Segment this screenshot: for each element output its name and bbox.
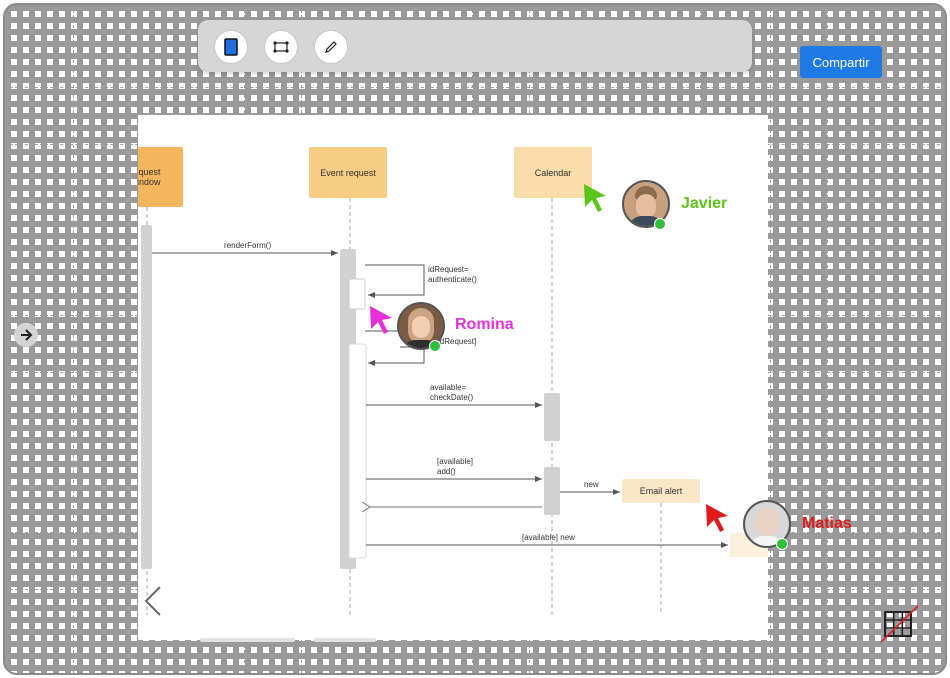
message-label-render-form: renderForm(): [224, 241, 272, 250]
grid-line: [5, 87, 945, 88]
grid-line: [5, 646, 945, 647]
message-label-add: [available] add(): [437, 457, 474, 476]
chevron-left-icon[interactable]: [142, 585, 164, 617]
message-arrow: [365, 264, 425, 298]
pencil-icon: [325, 41, 337, 53]
message-label-check-date: available= checkDate(): [430, 383, 474, 402]
rectangle-tool-button[interactable]: [214, 30, 248, 64]
lifeline-label: Event request: [320, 167, 376, 178]
online-status-dot: [654, 218, 666, 230]
connector-tool-button[interactable]: [264, 30, 298, 64]
collaborator-name-romina: Romina: [455, 316, 514, 333]
cursor-matias-icon: [706, 504, 728, 532]
lifeline-label: Calendar: [534, 167, 572, 178]
sequence-diagram: [141, 198, 728, 615]
activation-bar: [544, 393, 560, 441]
lifeline-calendar[interactable]: Calendar: [514, 147, 592, 198]
connector-icon: [273, 41, 289, 53]
cursor-javier-icon: [584, 184, 606, 212]
grid-toggle-icon[interactable]: [878, 604, 920, 646]
rectangle-icon: [224, 38, 238, 56]
arrow-right-icon: [21, 329, 33, 341]
activation-bar: [544, 467, 560, 515]
activation-bar: [348, 343, 367, 559]
expand-panel-button[interactable]: [14, 323, 38, 347]
pencil-tool-button[interactable]: [314, 30, 348, 64]
message-label-id-request: idRequest]: [438, 337, 477, 346]
lifeline-label: request window: [138, 167, 161, 187]
message-label-authenticate: idRequest= authenticate(): [428, 265, 477, 284]
lifeline-label: Email alert: [639, 486, 683, 496]
grid-line: [770, 5, 771, 673]
message-label-new-email: [available] new: [522, 533, 575, 542]
grid-line: [73, 5, 74, 673]
bottom-tab[interactable]: [200, 638, 295, 642]
cursor-romina-icon: [370, 306, 392, 334]
activation-bar: [348, 278, 366, 310]
lifeline-email-alert[interactable]: Email alert: [622, 479, 700, 503]
grid-line: [827, 5, 828, 673]
lifeline-request-window[interactable]: request window: [138, 147, 183, 207]
bottom-tab[interactable]: [314, 638, 376, 642]
online-status-dot: [776, 538, 788, 550]
diagram-canvas[interactable]: request window Event request Calendar Em…: [138, 115, 768, 640]
drawing-toolbar: [198, 20, 752, 72]
activation-bar: [141, 225, 152, 569]
grid-line: [130, 5, 131, 673]
message-label-new-calendar: new: [584, 480, 599, 489]
grid-line: [884, 5, 885, 673]
collaborator-name-javier: Javier: [681, 195, 728, 212]
collaborator-name-matias: Matias: [802, 515, 852, 532]
share-button[interactable]: Compartir: [800, 46, 882, 78]
online-status-dot: [429, 340, 441, 352]
lifeline-event-request[interactable]: Event request: [309, 147, 387, 198]
